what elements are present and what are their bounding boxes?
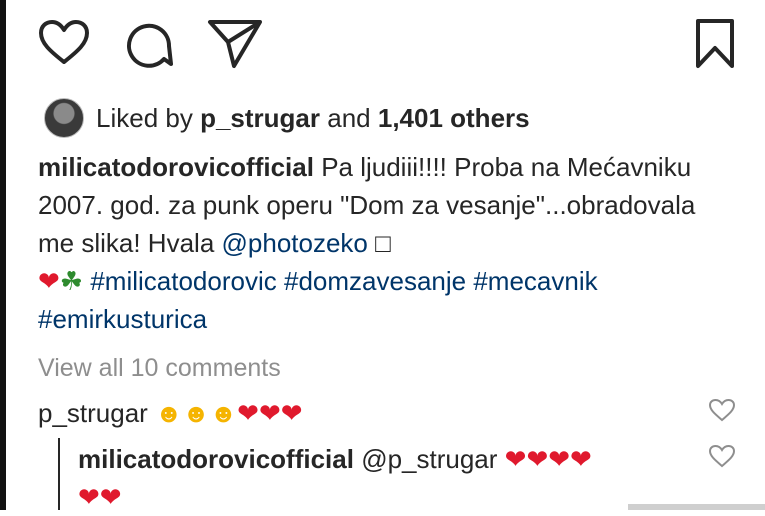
clover-emoji: ☘	[59, 266, 84, 296]
reply-thread-line	[58, 438, 60, 510]
liker-username[interactable]: p_strugar	[200, 103, 320, 133]
post-caption: milicatodorovicofficial Pa ljudiii!!!! P…	[38, 148, 738, 338]
hashtag[interactable]: #emirkusturica	[38, 304, 207, 334]
speech-bubble-icon[interactable]	[124, 20, 174, 70]
likes-prefix: Liked by	[96, 103, 193, 133]
heart-emoji: ❤	[38, 266, 60, 296]
view-all-comments-link[interactable]: View all 10 comments	[38, 354, 281, 383]
bookmark-icon[interactable]	[694, 18, 736, 70]
caption-trailing-char: □	[375, 228, 391, 258]
heart-eyes-emoji: ☻☻☻	[155, 398, 238, 428]
heart-emoji: ❤❤❤	[237, 398, 303, 428]
heart-outline-icon[interactable]	[38, 20, 90, 66]
hashtag[interactable]: #milicatodorovic	[90, 266, 276, 296]
heart-emoji: ❤❤❤❤	[504, 444, 592, 474]
user-avatar[interactable]	[44, 98, 84, 138]
likes-count[interactable]: 1,401 others	[378, 103, 530, 133]
hashtag[interactable]: #domzavesanje	[284, 266, 466, 296]
comment-username[interactable]: p_strugar	[38, 398, 148, 428]
post-action-bar	[0, 0, 765, 80]
likes-conjunction: and	[327, 103, 371, 133]
paper-plane-icon[interactable]	[206, 16, 264, 70]
small-heart-outline-icon[interactable]	[708, 444, 736, 468]
caption-username[interactable]: milicatodorovicofficial	[38, 152, 314, 182]
comment: p_strugar ☻☻☻❤❤❤	[38, 393, 303, 433]
comment-reply: milicatodorovicofficial @p_strugar ❤❤❤❤ …	[78, 440, 698, 516]
caption-mention[interactable]: @photozeko	[222, 228, 368, 258]
heart-emoji: ❤❤	[78, 482, 122, 512]
likes-summary[interactable]: Liked by p_strugar and 1,401 others	[44, 98, 530, 138]
likes-text: Liked by p_strugar and 1,401 others	[96, 98, 530, 138]
reply-username[interactable]: milicatodorovicofficial	[78, 444, 354, 474]
bottom-edge-bar	[628, 504, 765, 510]
small-heart-outline-icon[interactable]	[708, 398, 736, 422]
reply-mention[interactable]: @p_strugar	[361, 444, 497, 474]
hashtag[interactable]: #mecavnik	[473, 266, 597, 296]
